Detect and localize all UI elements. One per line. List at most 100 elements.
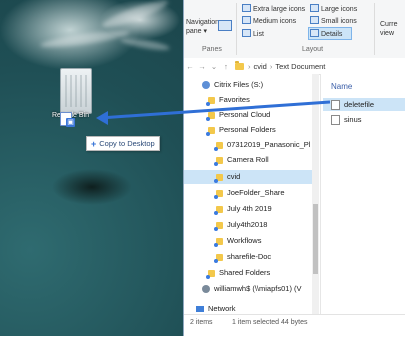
ribbon-view-tab: Navigation pane ▾ Extra large icons Larg… [184, 0, 405, 59]
nav-item-label: williamwh$ (\\miapfs01) (V [214, 284, 302, 293]
sharefile-folder-icon [214, 156, 223, 166]
list-option[interactable]: List [242, 29, 264, 38]
recycle-bin-icon [60, 68, 92, 114]
medium-icons-label: Medium icons [253, 18, 297, 25]
back-button[interactable]: ← [184, 62, 196, 71]
nav-item-panasonic[interactable]: 07312019_Panasonic_Pl [214, 138, 311, 152]
nav-item-label: Network [208, 304, 236, 313]
drag-copy-tooltip: + Copy to Desktop [86, 136, 160, 151]
sharefile-folder-icon [206, 126, 215, 136]
large-icons-option[interactable]: Large icons [310, 4, 357, 13]
small-icons-icon [310, 16, 319, 24]
details-view-icon [310, 29, 319, 37]
text-file-icon [331, 114, 340, 125]
breadcrumb-separator: › [248, 61, 251, 71]
address-bar: ← → ⌄ ↑ › cvid › Text Document [184, 58, 405, 75]
extra-large-icons-option[interactable]: Extra large icons [242, 4, 305, 13]
status-bar: 2 items 1 item selected 44 bytes [184, 314, 405, 337]
sharefile-folder-icon [206, 111, 215, 121]
breadcrumb-cvid[interactable]: cvid [254, 62, 267, 71]
small-icons-label: Small icons [321, 18, 357, 25]
nav-item-label: Personal Folders [219, 125, 276, 134]
navigation-pane-button[interactable]: Navigation pane ▾ [186, 18, 220, 36]
sharefile-folder-icon [214, 205, 223, 215]
scrollbar-thumb[interactable] [313, 204, 318, 274]
sharefile-folder-icon [206, 96, 215, 106]
nav-item-label: Citrix Files (S:) [214, 80, 264, 89]
file-name: sinus [344, 115, 362, 124]
panes-group-label: Panes [202, 46, 222, 53]
medium-icons-icon [242, 16, 251, 24]
nav-item-july-4th-2019[interactable]: July 4th 2019 [214, 202, 272, 216]
sharefile-folder-icon [214, 253, 223, 263]
nav-item-personal-cloud[interactable]: Personal Cloud [206, 108, 271, 122]
nav-item-label: JoeFolder_Share [227, 188, 285, 197]
current-view-button[interactable]: Curre view [380, 20, 404, 38]
recent-locations-button[interactable]: ⌄ [208, 62, 220, 71]
nav-item-label: sharefile-Doc [227, 252, 272, 261]
navigation-pane: Citrix Files (S:) Favorites Personal Clo… [184, 74, 312, 314]
folder-icon [235, 60, 244, 70]
nav-item-cvid[interactable]: cvid [184, 170, 312, 184]
nav-item-label: Personal Cloud [219, 110, 271, 119]
nav-item-joefolder-share[interactable]: JoeFolder_Share [214, 186, 285, 200]
column-header-name[interactable]: Name [331, 82, 352, 91]
nav-item-camera-roll[interactable]: Camera Roll [214, 153, 269, 167]
list-label: List [253, 31, 264, 38]
navigation-pane-scrollbar[interactable] [312, 74, 319, 314]
list-view-icon [242, 29, 251, 37]
sharefile-folder-icon [206, 269, 215, 279]
details-label: Details [321, 31, 343, 38]
extra-large-icons-icon [242, 4, 251, 12]
drive-icon [202, 81, 210, 89]
navigation-pane-label: Navigation pane ▾ [186, 19, 220, 35]
nav-item-label: Shared Folders [219, 268, 271, 277]
details-option[interactable]: Details [310, 29, 342, 38]
breadcrumb-separator: › [269, 61, 273, 71]
nav-item-network-drive[interactable]: williamwh$ (\\miapfs01) (V [202, 282, 302, 296]
small-icons-option[interactable]: Small icons [310, 16, 357, 25]
nav-item-personal-folders[interactable]: Personal Folders [206, 123, 276, 137]
nav-item-label: Favorites [219, 95, 250, 104]
sharefile-folder-icon [214, 221, 223, 231]
large-icons-label: Large icons [321, 6, 358, 13]
nav-item-workflows[interactable]: Workflows [214, 234, 262, 248]
nav-item-label: Camera Roll [227, 155, 269, 164]
nav-item-label: July 4th 2019 [227, 204, 272, 213]
up-button[interactable]: ↑ [220, 62, 232, 71]
sharefile-folder-icon [214, 237, 223, 247]
medium-icons-option[interactable]: Medium icons [242, 16, 296, 25]
extra-large-icons-label: Extra large icons [253, 6, 306, 13]
nav-item-label: cvid [227, 172, 241, 181]
file-row-sinus[interactable]: sinus [323, 113, 405, 126]
nav-item-network[interactable]: Network [196, 302, 236, 314]
text-file-icon [331, 99, 340, 110]
sharefile-folder-icon [214, 141, 223, 151]
file-row-deletefile[interactable]: deletefile [323, 98, 405, 111]
sharefile-folder-icon [214, 189, 223, 199]
preview-pane-icon [218, 20, 232, 31]
plus-icon: + [91, 138, 97, 149]
nav-item-label: 07312019_Panasonic_Pl [227, 140, 311, 149]
network-icon [196, 306, 204, 312]
sharefile-folder-icon [214, 173, 223, 183]
nav-item-sharefile-doc[interactable]: sharefile-Doc [214, 250, 272, 264]
nav-item-july4th2018[interactable]: July4th2018 [214, 218, 268, 232]
file-list-pane: Name deletefile sinus [321, 74, 405, 314]
nav-item-shared-folders[interactable]: Shared Folders [206, 266, 271, 280]
breadcrumb-text-document[interactable]: Text Document [275, 62, 325, 71]
status-item-count: 2 items [190, 319, 213, 326]
preview-pane-button[interactable] [218, 20, 234, 32]
layout-group-label: Layout [302, 46, 324, 53]
forward-button[interactable]: → [196, 62, 208, 71]
large-icons-icon [310, 4, 319, 12]
dragged-file-badge-icon: ▣ [66, 118, 75, 127]
nav-item-favorites[interactable]: Favorites [206, 93, 250, 107]
network-drive-icon [202, 285, 210, 293]
current-view-label: Curre view [380, 21, 398, 37]
drag-copy-tooltip-label: Copy to Desktop [99, 139, 155, 148]
nav-item-label: July4th2018 [227, 220, 268, 229]
nav-item-label: Workflows [227, 236, 262, 245]
nav-item-citrix-files[interactable]: Citrix Files (S:) [202, 78, 263, 92]
status-selection: 1 item selected 44 bytes [232, 319, 308, 326]
